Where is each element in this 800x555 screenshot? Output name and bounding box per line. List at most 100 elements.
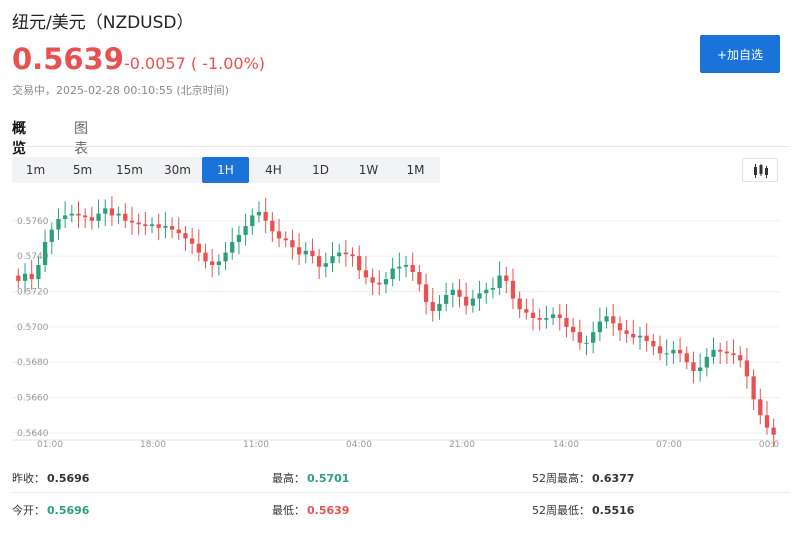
candle-body [223,252,228,262]
candle-body [16,275,21,281]
candlestick-chart[interactable]: 0.57600.57400.57200.57000.56800.56600.56… [12,190,780,450]
candle-body [490,287,496,290]
y-tick-label: 0.5720 [17,287,49,297]
stat-value: 0.6377 [592,472,635,485]
candle-body [397,266,402,269]
candle-body [771,427,776,435]
candle-body [524,309,529,313]
candle-body [497,275,502,288]
stat-52w-high: 52周最高： 0.6377 [532,470,634,486]
candle-body [149,224,155,227]
candle-body [617,323,623,331]
divider [12,492,790,493]
candle-body [169,226,175,230]
period-5m[interactable]: 5m [59,157,106,183]
candle-body [310,250,315,257]
stat-high: 最高： 0.5701 [272,470,349,486]
stats-panel: 昨收： 0.5696 最高： 0.5701 52周最高： 0.6377 今开： 0.56… [12,462,790,522]
period-1d[interactable]: 1D [297,157,344,183]
period-30m[interactable]: 30m [154,157,201,183]
candle-body [216,261,222,265]
candle-body [711,349,716,357]
candle-body [557,314,562,318]
stat-value: 0.5701 [307,472,350,485]
candle-body [136,222,141,225]
candle-body [604,316,609,322]
candle-body [256,211,262,216]
stat-open: 今开： 0.5696 [12,502,89,518]
candle-body [296,247,302,255]
candlestick-icon [754,164,768,178]
candle-body [210,261,215,265]
current-price: 0.5639 [12,42,124,76]
candle-body [109,208,115,216]
candle-body [357,256,362,271]
price-chart[interactable]: 0.5760 0.5740 0.5720 0.5700 0.5680 0.5660 0.56… [12,190,780,450]
period-1mo[interactable]: 1M [392,157,439,183]
stat-label: 昨收： [12,472,45,485]
x-tick-label: 01:00 [37,440,63,450]
candle-body [591,332,596,343]
candle-body [270,220,275,232]
candle-body [363,270,369,278]
page-title: 纽元/美元（NZDUSD） [12,13,194,33]
candle-body [343,252,349,255]
candle-body [143,224,148,227]
period-1w[interactable]: 1W [345,157,392,183]
candle-body [76,213,81,216]
candle-body [22,273,28,281]
candle-body [243,226,248,235]
candle-body [316,256,322,267]
candle-body [430,302,435,311]
candle-body [417,272,422,285]
candle-body [36,264,41,280]
candle-body [611,316,616,324]
candle-body [510,280,516,299]
candle-body [450,289,455,296]
period-4h[interactable]: 4H [250,157,297,183]
candle-body [330,256,335,264]
candle-body [671,349,676,354]
candle-body [189,238,195,244]
candle-body [49,229,54,242]
period-1m[interactable]: 1m [12,157,59,183]
x-tick-label: 07:00 [656,440,682,450]
stat-label: 最高： [272,472,305,485]
candle-body [464,296,469,306]
candle-body [29,273,34,280]
period-15m[interactable]: 15m [106,157,153,183]
candle-body [744,360,750,377]
candle-body [691,362,696,372]
y-tick-label: 0.5700 [17,323,49,333]
candle-body [437,303,442,311]
candle-body [56,218,61,230]
y-tick-label: 0.5760 [17,217,49,227]
candle-body [457,289,462,297]
stat-label: 最低： [272,504,305,517]
y-tick-label: 0.5640 [17,429,49,439]
candle-body [644,335,649,341]
add-watchlist-button[interactable]: +加自选 [700,35,780,73]
candle-body [337,252,342,257]
x-tick-label: 21:00 [449,440,475,450]
candle-body [96,213,101,221]
candle-body [410,264,415,273]
candle-body [89,217,95,221]
candle-body [230,241,235,253]
chart-type-button[interactable] [742,158,778,182]
candle-body [731,353,736,356]
candle-body [103,208,108,214]
period-1h[interactable]: 1H [202,157,249,183]
candle-body [116,213,121,216]
candle-body [577,332,582,343]
candle-body [83,215,88,218]
candle-body [758,399,763,416]
x-tick-label: 00:0 [759,440,779,450]
price-change: -0.0057 ( -1.00%) [124,54,266,73]
y-tick-label: 0.5680 [17,358,49,368]
candle-body [624,330,629,334]
candle-body [377,282,382,285]
stat-label: 52周最高： [532,472,590,485]
candle-body [570,326,576,333]
candle-body [677,349,683,354]
